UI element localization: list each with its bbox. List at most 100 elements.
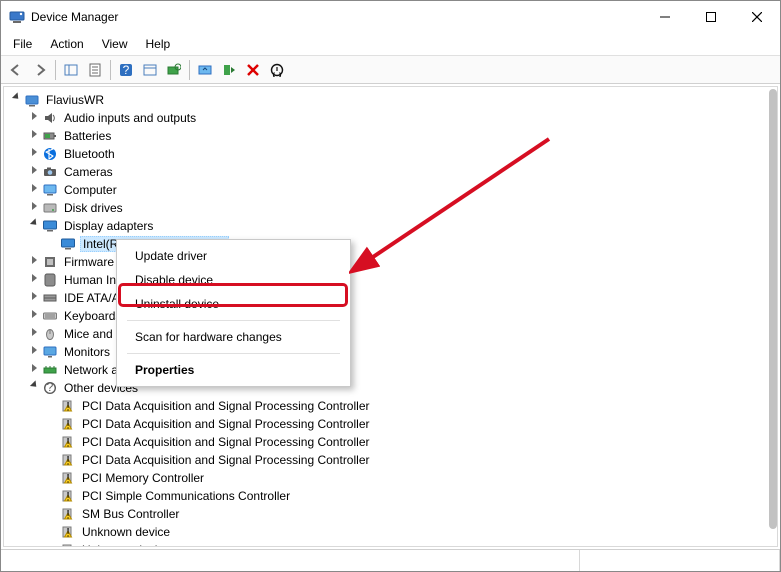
collapse-toggle[interactable] [10,91,22,109]
warn-icon: ! [60,488,76,504]
context-menu-item[interactable]: Disable device [117,268,350,292]
expand-toggle[interactable] [28,163,40,181]
svg-text:!: ! [66,507,69,521]
maximize-button[interactable] [688,1,734,33]
tree-category-camera[interactable]: Cameras [4,163,777,181]
tree-device-item[interactable]: ! PCI Data Acquisition and Signal Process… [4,451,777,469]
warn-icon: ! [60,542,76,547]
status-cell [1,550,580,571]
collapse-toggle[interactable] [28,379,40,397]
tree-item-label: Unknown device [80,525,172,539]
expand-toggle[interactable] [28,361,40,379]
update-driver-button[interactable] [194,59,216,81]
battery-icon [42,128,58,144]
network-icon [42,362,58,378]
tree-category-display[interactable]: Display adapters [4,217,777,235]
tree-root[interactable]: FlaviusWR [4,91,777,109]
tree-item-label: Keyboards [62,309,123,323]
back-button[interactable] [5,59,27,81]
scrollbar-thumb[interactable] [769,89,777,529]
warn-icon: ! [60,470,76,486]
device-manager-window: Device Manager File Action View Help ? F… [0,0,781,572]
tree-item-label: PCI Memory Controller [80,471,206,485]
tree-item-label: Firmware [62,255,116,269]
tree-item-label: Audio inputs and outputs [62,111,198,125]
help-button[interactable]: ? [115,59,137,81]
tree-item-label: Display adapters [62,219,155,233]
root-icon [24,92,40,108]
toolbar-separator [55,60,56,80]
expand-toggle[interactable] [28,307,40,325]
warn-icon: ! [60,524,76,540]
action-button[interactable] [139,59,161,81]
show-hide-console-button[interactable] [60,59,82,81]
expand-toggle[interactable] [28,253,40,271]
ide-icon [42,290,58,306]
window-title: Device Manager [31,10,642,24]
svg-text:!: ! [66,543,69,547]
tree-item-label: PCI Simple Communications Controller [80,489,292,503]
tree-category-audio[interactable]: Audio inputs and outputs [4,109,777,127]
tree-category-bluetooth[interactable]: Bluetooth [4,145,777,163]
menu-view[interactable]: View [94,35,136,53]
tree-device-item[interactable]: !PCI Data Acquisition and Signal Process… [4,433,777,451]
expand-toggle[interactable] [28,271,40,289]
warn-icon: ! [60,506,76,522]
keyboard-icon [42,308,58,324]
expand-toggle[interactable] [28,343,40,361]
properties-button[interactable] [84,59,106,81]
enable-device-button[interactable] [218,59,240,81]
tree-category-battery[interactable]: Batteries [4,127,777,145]
tree-device-item[interactable]: ! Unknown device [4,523,777,541]
tree-item-label: Disk drives [62,201,125,215]
tree-category-computer[interactable]: Computer [4,181,777,199]
tree-device-item[interactable]: ! PCI Data Acquisition and Signal Process… [4,397,777,415]
status-cell [580,550,780,571]
tree-device-item[interactable]: !Unknown device [4,541,777,547]
tree-item-label: SM Bus Controller [80,507,181,521]
tree-item-label: Computer [62,183,119,197]
svg-text:!: ! [66,453,69,467]
expand-toggle[interactable] [28,325,40,343]
scan-hardware-button[interactable] [163,59,185,81]
disable-device-button[interactable] [266,59,288,81]
tree-device-item[interactable]: ! PCI Simple Communications Controller [4,487,777,505]
window-buttons [642,1,780,33]
audio-icon [42,110,58,126]
context-menu-item[interactable]: Scan for hardware changes [117,325,350,349]
warn-icon: ! [60,416,76,432]
svg-text:!: ! [66,417,69,431]
tree-item-label: PCI Data Acquisition and Signal Processi… [80,453,371,467]
svg-text:!: ! [66,525,69,539]
tree-item-label: Cameras [62,165,115,179]
tree-device-item[interactable]: ! SM Bus Controller [4,505,777,523]
close-button[interactable] [734,1,780,33]
minimize-button[interactable] [642,1,688,33]
svg-text:!: ! [66,471,69,485]
forward-button[interactable] [29,59,51,81]
context-menu-item[interactable]: Properties [117,358,350,382]
menu-action[interactable]: Action [42,35,91,53]
uninstall-device-button[interactable] [242,59,264,81]
svg-text:!: ! [66,489,69,503]
expand-toggle[interactable] [28,127,40,145]
menu-help[interactable]: Help [138,35,179,53]
expand-toggle[interactable] [28,289,40,307]
expand-toggle[interactable] [28,199,40,217]
tree-category-disk[interactable]: Disk drives [4,199,777,217]
tree-item-label: PCI Data Acquisition and Signal Processi… [80,399,371,413]
tree-device-item[interactable]: ! PCI Data Acquisition and Signal Process… [4,415,777,433]
tree-item-label: PCI Data Acquisition and Signal Processi… [80,417,371,431]
menu-file[interactable]: File [5,35,40,53]
toolbar-separator [110,60,111,80]
expand-toggle[interactable] [28,109,40,127]
warn-icon: ! [60,398,76,414]
app-icon [9,9,25,25]
collapse-toggle[interactable] [28,217,40,235]
context-menu-item[interactable]: Update driver [117,244,350,268]
expand-toggle[interactable] [28,145,40,163]
context-menu-separator [127,353,340,354]
context-menu-item[interactable]: Uninstall device [117,292,350,316]
expand-toggle[interactable] [28,181,40,199]
tree-device-item[interactable]: ! PCI Memory Controller [4,469,777,487]
